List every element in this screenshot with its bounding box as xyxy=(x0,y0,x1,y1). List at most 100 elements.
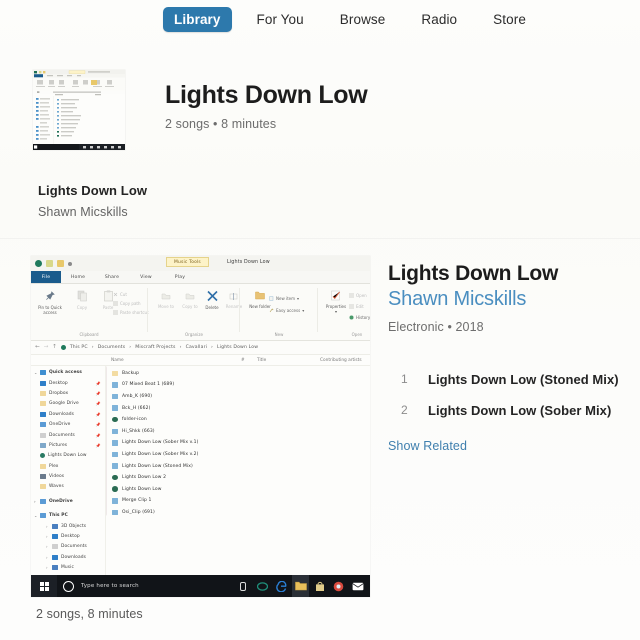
chevron-down-icon[interactable] xyxy=(68,261,72,266)
ribbon-new-item[interactable]: New item ▾ xyxy=(269,296,299,301)
quick-access-folder-icon[interactable] xyxy=(57,260,64,267)
ribbon-group-organize: Move to Copy to Delete Rename Organize xyxy=(151,286,242,338)
nav-item-waves[interactable]: Waves xyxy=(31,482,105,492)
nav-item-pc-downloads[interactable]: › Downloads xyxy=(31,552,105,562)
file-list-scrollbar[interactable] xyxy=(106,365,107,516)
taskbar-chrome-icon[interactable] xyxy=(330,575,347,597)
nav-item-pc-documents[interactable]: › Documents xyxy=(31,542,105,552)
nav-item-dropbox[interactable]: Dropbox 📌 xyxy=(31,388,105,398)
tab-store[interactable]: Store xyxy=(482,7,537,32)
chevron-down-icon[interactable]: ▾ xyxy=(321,309,351,314)
file-row[interactable]: Lights Down Low (Sober Mix v.2) xyxy=(106,449,370,461)
tab-browse[interactable]: Browse xyxy=(329,7,397,32)
nav-item-google-drive[interactable]: Google Drive 📌 xyxy=(31,399,105,409)
nav-item-this-pc[interactable]: ⌄ This PC xyxy=(31,511,105,521)
track-row[interactable]: 1 Lights Down Low (Stoned Mix) xyxy=(388,364,628,395)
music-icon xyxy=(52,565,58,571)
chevron-down-icon[interactable]: ▾ xyxy=(302,308,304,313)
nav-item-pictures[interactable]: Pictures 📌 xyxy=(31,440,105,450)
file-row[interactable]: 07 Mixed Beat 1 (689) xyxy=(106,379,370,391)
ribbon-tab-view[interactable]: View xyxy=(129,271,163,283)
album-title: Lights Down Low xyxy=(388,262,559,285)
audio-file-icon xyxy=(112,498,118,504)
nav-item-pc-desktop[interactable]: › Desktop xyxy=(31,531,105,541)
file-name: 07 Mixed Beat 1 (689) xyxy=(122,382,175,388)
start-button[interactable] xyxy=(31,575,57,597)
up-arrow-icon[interactable]: ↑ xyxy=(52,344,57,350)
file-row[interactable]: Amb_K (690) xyxy=(106,391,370,403)
nav-label: Downloads xyxy=(49,411,75,417)
file-row[interactable]: Backup xyxy=(106,368,370,380)
ribbon-edit[interactable]: Edit xyxy=(349,303,364,309)
file-row[interactable]: Osi_Clip (691) xyxy=(106,507,370,519)
album-artwork-large[interactable]: Music Tools Lights Down Low File Home Sh… xyxy=(31,256,370,597)
file-row[interactable]: Lights Down Low xyxy=(106,483,370,495)
breadcrumb-miscraft-projects[interactable]: Miscraft Projects xyxy=(135,345,175,350)
back-arrow-icon[interactable]: ← xyxy=(35,344,40,350)
album-artist-link[interactable]: Shawn Micskills xyxy=(388,288,628,311)
taskbar-mail-icon[interactable] xyxy=(349,575,366,597)
breadcrumb-lights-down-low[interactable]: Lights Down Low xyxy=(217,345,258,350)
ribbon-cut[interactable]: Cut xyxy=(113,292,127,297)
album-thumbnail[interactable] xyxy=(33,70,125,150)
ribbon-tab-home[interactable]: Home xyxy=(61,271,95,283)
ribbon-easy-access[interactable]: Easy access ▾ xyxy=(269,308,304,313)
album-hero-text: Lights Down Low 2 songs • 8 minutes xyxy=(165,70,368,130)
ribbon-tab-share[interactable]: Share xyxy=(95,271,129,283)
ribbon-open[interactable]: Open xyxy=(349,292,367,298)
column-header-number[interactable]: # xyxy=(241,358,245,363)
file-row[interactable]: Hi_Shkk (663) xyxy=(106,425,370,437)
album-list-entry[interactable]: Lights Down Low Shawn Micskills xyxy=(38,183,147,219)
tab-radio[interactable]: Radio xyxy=(410,7,468,32)
tab-library[interactable]: Library xyxy=(163,6,232,32)
show-related-link[interactable]: Show Related xyxy=(388,439,628,453)
nav-item-lights-down-low[interactable]: Lights Down Low xyxy=(31,451,105,461)
taskbar-file-explorer-icon[interactable] xyxy=(292,575,309,597)
nav-item-plex[interactable]: Plex xyxy=(31,461,105,471)
cortana-circle-icon[interactable] xyxy=(63,580,74,592)
nav-item-onedrive[interactable]: OneDrive 📌 xyxy=(31,419,105,429)
thumbnail-explorer-graphic xyxy=(33,70,125,150)
ribbon-properties[interactable]: Properties ▾ xyxy=(321,288,351,314)
nav-item-quick-access[interactable]: ⌄ Quick access xyxy=(31,368,105,378)
nav-item-videos[interactable]: Videos xyxy=(31,471,105,481)
chevron-down-icon[interactable]: ▾ xyxy=(297,296,299,301)
taskbar-cortana-icon[interactable] xyxy=(254,575,271,597)
ribbon-pin-to-quick-access[interactable]: Pin to Quick access xyxy=(35,288,65,315)
breadcrumb-cavallari[interactable]: Cavallari xyxy=(186,345,207,350)
download-icon xyxy=(40,411,46,417)
microphone-icon[interactable] xyxy=(240,581,246,591)
nav-item-3d-objects[interactable]: › 3D Objects xyxy=(31,521,105,531)
column-header-name[interactable]: Name xyxy=(111,358,124,363)
taskbar-search-input[interactable]: Type here to search xyxy=(74,583,240,589)
file-row[interactable]: Merge Clip 1 xyxy=(106,495,370,507)
file-row[interactable]: Lights Down Low (Sober Mix v.1) xyxy=(106,437,370,449)
track-row[interactable]: 2 Lights Down Low (Sober Mix) xyxy=(388,395,628,426)
column-header-title[interactable]: Title xyxy=(257,358,266,363)
quick-access-save-icon[interactable] xyxy=(46,260,53,267)
nav-item-onedrive-root[interactable]: › OneDrive xyxy=(31,496,105,506)
file-row[interactable]: Lights Down Low 2 xyxy=(106,472,370,484)
nav-item-pc-music[interactable]: › Music xyxy=(31,563,105,573)
breadcrumb-this-pc[interactable]: This PC xyxy=(70,345,88,350)
ribbon-tab-file[interactable]: File xyxy=(31,271,61,283)
scissors-icon xyxy=(113,292,118,297)
ribbon-copy-path[interactable]: Copy path xyxy=(113,300,141,306)
file-row[interactable]: folder-icon xyxy=(106,414,370,426)
nav-item-desktop[interactable]: Desktop 📌 xyxy=(31,378,105,388)
taskbar-store-icon[interactable] xyxy=(311,575,328,597)
breadcrumb-documents[interactable]: Documents xyxy=(98,345,126,350)
ribbon-paste-shortcut[interactable]: Paste shortcut xyxy=(113,309,149,315)
nav-item-downloads[interactable]: Downloads 📌 xyxy=(31,409,105,419)
explorer-address-bar[interactable]: ← → ↑ This PC › Documents › Miscraft Pro… xyxy=(31,340,370,355)
pin-icon: 📌 xyxy=(95,390,101,396)
taskbar-edge-icon[interactable] xyxy=(273,575,290,597)
ribbon-history[interactable]: History xyxy=(349,315,370,320)
ribbon-tab-play[interactable]: Play xyxy=(163,271,197,283)
column-header-contributing-artists[interactable]: Contributing artists xyxy=(320,358,362,363)
file-name: Lights Down Low (Sober Mix v.2) xyxy=(122,451,199,457)
nav-item-documents[interactable]: Documents 📌 xyxy=(31,430,105,440)
tab-for-you[interactable]: For You xyxy=(246,7,315,32)
file-row[interactable]: Bck_H (662) xyxy=(106,402,370,414)
file-row[interactable]: Lights Down Low (Stoned Mix) xyxy=(106,460,370,472)
